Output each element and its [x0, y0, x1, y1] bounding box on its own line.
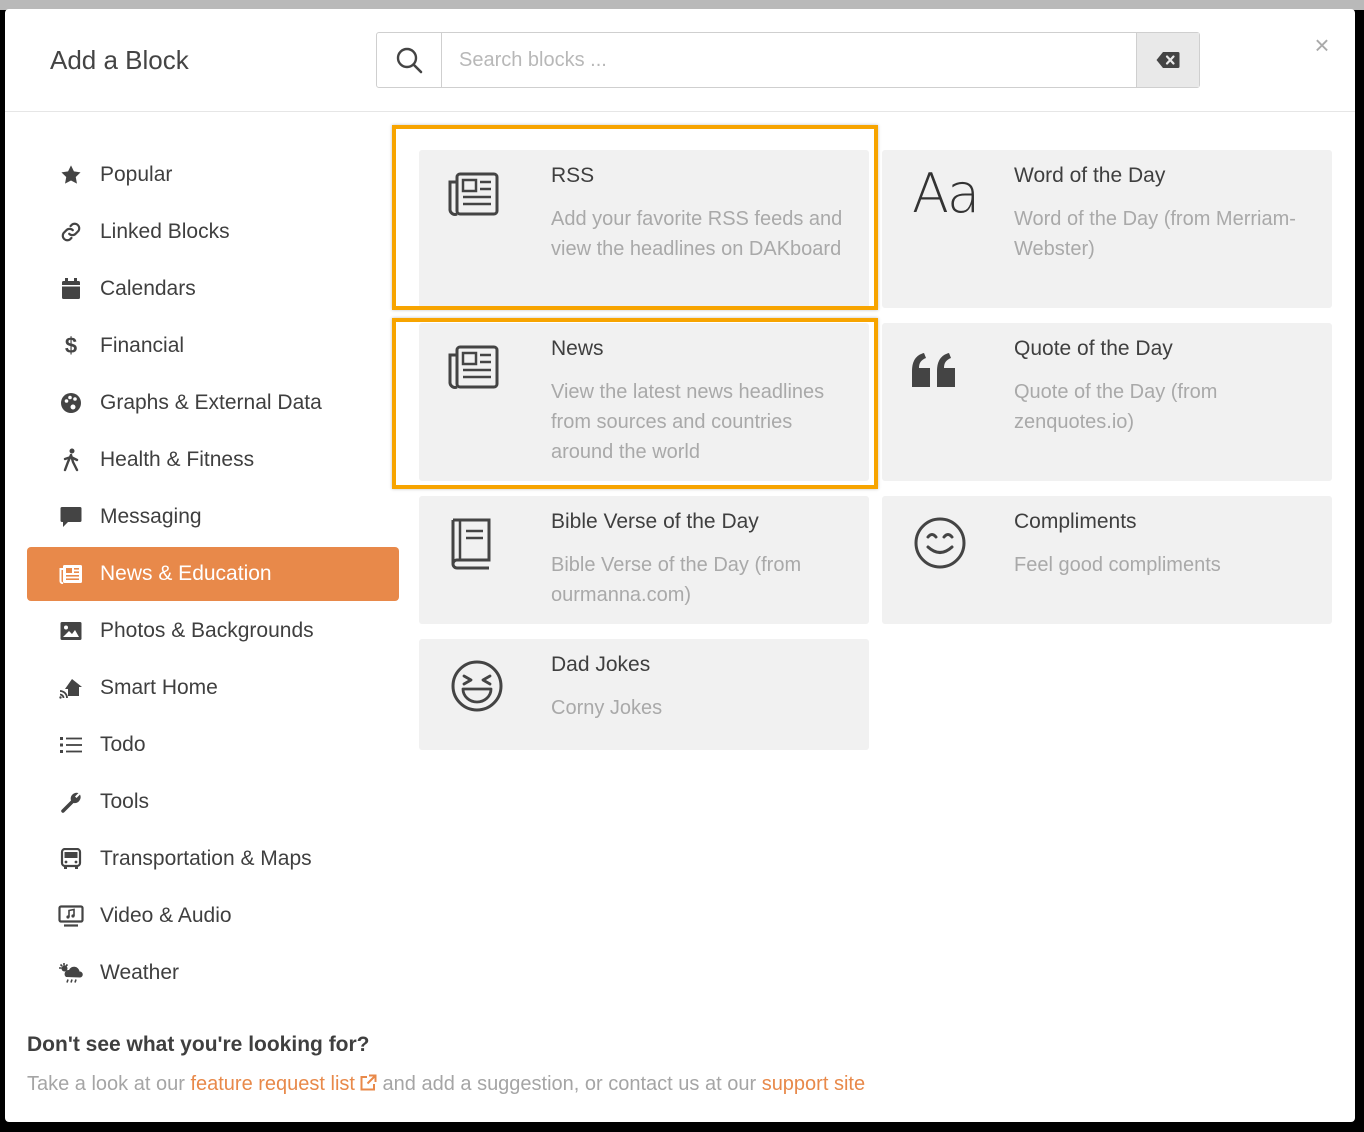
category-sidebar: Popular Linked Blocks Calendars $ Financ…	[27, 148, 399, 1003]
sidebar-item-messaging[interactable]: Messaging	[27, 490, 399, 544]
sidebar-item-label: Video & Audio	[100, 904, 232, 927]
feature-request-link[interactable]: feature request list	[190, 1073, 377, 1095]
video-icon	[56, 905, 86, 927]
sidebar-item-news-education[interactable]: News & Education	[27, 547, 399, 601]
modal-header: Add a Block ×	[5, 9, 1355, 112]
sidebar-item-graphs-external-data[interactable]: Graphs & External Data	[27, 376, 399, 430]
sidebar-item-video-audio[interactable]: Video & Audio	[27, 889, 399, 943]
backspace-icon	[1156, 52, 1180, 68]
search-icon	[396, 47, 423, 74]
block-description: Bible Verse of the Day (from ourmanna.co…	[551, 554, 802, 606]
sidebar-item-label: Health & Fitness	[100, 448, 255, 471]
image-icon	[56, 621, 86, 641]
block-card-bible-verse[interactable]: Bible Verse of the Day Bible Verse of th…	[419, 496, 869, 624]
sidebar-item-calendars[interactable]: Calendars	[27, 262, 399, 316]
block-title: Dad Jokes	[551, 653, 651, 676]
font-aa-icon: Aa	[912, 162, 980, 225]
sidebar-item-smart-home[interactable]: Smart Home	[27, 661, 399, 715]
book-icon	[447, 518, 507, 578]
bus-icon	[56, 848, 86, 870]
sidebar-item-label: Financial	[100, 334, 185, 357]
sidebar-item-label: Tools	[100, 790, 150, 813]
modal-footer: Don't see what you're looking for? Take …	[27, 1033, 865, 1096]
block-title: Word of the Day	[1014, 164, 1166, 187]
sidebar-item-label: Weather	[100, 961, 179, 984]
search-bar	[376, 32, 1200, 88]
sidebar-item-label: Graphs & External Data	[100, 391, 322, 414]
palette-icon	[56, 392, 86, 414]
dollar-icon: $	[64, 333, 78, 358]
search-button[interactable]	[377, 33, 442, 87]
message-icon	[56, 506, 86, 528]
sidebar-item-financial[interactable]: $ Financial	[27, 319, 399, 373]
block-card-quote-of-the-day[interactable]: Quote of the Day Quote of the Day (from …	[882, 323, 1332, 481]
sidebar-item-linked-blocks[interactable]: Linked Blocks	[27, 205, 399, 259]
support-site-link[interactable]: support site	[762, 1073, 865, 1095]
weather-icon	[56, 962, 86, 984]
sidebar-item-label: News & Education	[100, 562, 272, 585]
block-description: Feel good compliments	[1014, 554, 1221, 576]
footer-text-middle: and add a suggestion, or contact us at o…	[382, 1073, 757, 1095]
star-icon	[56, 164, 86, 186]
sidebar-item-label: Popular	[100, 163, 173, 186]
highlight-box-news	[392, 318, 878, 489]
quote-icon	[910, 353, 970, 413]
list-icon	[56, 736, 86, 754]
sidebar-item-label: Calendars	[100, 277, 196, 300]
external-link-icon	[360, 1074, 377, 1091]
feature-request-link-label: feature request list	[190, 1073, 355, 1095]
modal-title: Add a Block	[50, 45, 189, 75]
footer-question: Don't see what you're looking for?	[27, 1033, 370, 1056]
calendar-icon	[56, 278, 86, 300]
sidebar-item-transportation-maps[interactable]: Transportation & Maps	[27, 832, 399, 886]
wrench-icon	[56, 791, 86, 813]
block-card-word-of-the-day[interactable]: Aa Word of the Day Word of the Day (from…	[882, 150, 1332, 308]
walking-icon	[56, 448, 86, 472]
sidebar-item-popular[interactable]: Popular	[27, 148, 399, 202]
sidebar-item-label: Smart Home	[100, 676, 218, 699]
laugh-icon	[450, 659, 510, 719]
block-card-compliments[interactable]: Compliments Feel good compliments	[882, 496, 1332, 624]
sidebar-item-label: Messaging	[100, 505, 202, 528]
block-title: Quote of the Day	[1014, 337, 1173, 360]
block-card-dad-jokes[interactable]: Dad Jokes Corny Jokes	[419, 639, 869, 750]
footer-text: Take a look at our feature request list …	[27, 1073, 865, 1096]
smile-icon	[913, 516, 973, 576]
add-block-modal: Add a Block ×	[5, 9, 1355, 1122]
link-icon	[56, 221, 86, 243]
sidebar-item-weather[interactable]: Weather	[27, 946, 399, 1000]
sidebar-item-tools[interactable]: Tools	[27, 775, 399, 829]
newspaper-icon	[56, 564, 86, 584]
block-description: Word of the Day (from Merriam-Webster)	[1014, 208, 1296, 260]
clear-search-button[interactable]	[1136, 33, 1199, 87]
sidebar-item-todo[interactable]: Todo	[27, 718, 399, 772]
close-icon: ×	[1314, 30, 1330, 60]
sidebar-item-label: Todo	[100, 733, 146, 756]
block-description: Quote of the Day (from zenquotes.io)	[1014, 381, 1218, 433]
smart-home-icon	[56, 677, 86, 699]
sidebar-item-label: Photos & Backgrounds	[100, 619, 314, 642]
block-title: Compliments	[1014, 510, 1137, 533]
sidebar-item-label: Linked Blocks	[100, 220, 230, 243]
close-button[interactable]: ×	[1311, 30, 1333, 60]
sidebar-item-photos-backgrounds[interactable]: Photos & Backgrounds	[27, 604, 399, 658]
block-description: Corny Jokes	[551, 697, 663, 719]
sidebar-item-label: Transportation & Maps	[100, 847, 312, 870]
footer-text-before: Take a look at our	[27, 1073, 185, 1095]
search-input[interactable]	[442, 33, 1136, 87]
sidebar-item-health-fitness[interactable]: Health & Fitness	[27, 433, 399, 487]
block-title: Bible Verse of the Day	[551, 510, 759, 533]
highlight-box-rss	[392, 125, 878, 310]
